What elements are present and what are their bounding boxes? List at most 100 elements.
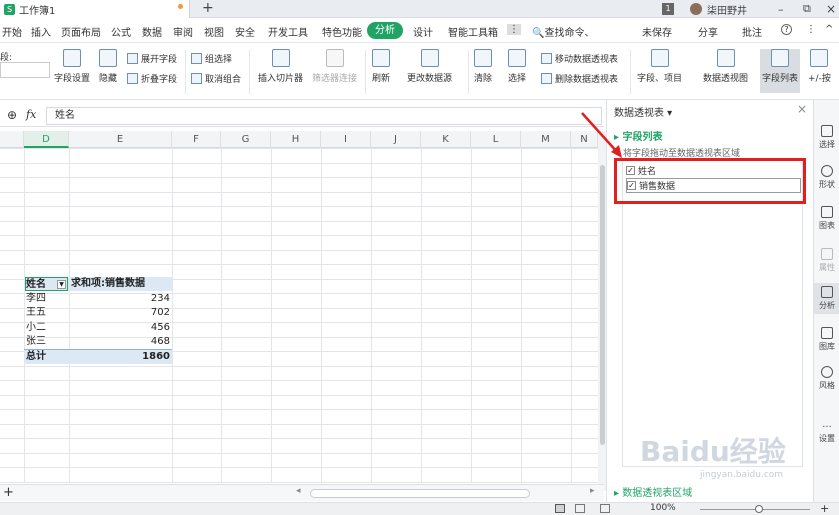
column-header[interactable]: D: [24, 131, 69, 148]
pivot-row-value[interactable]: 468: [71, 335, 170, 349]
help-icon[interactable]: ?: [781, 24, 792, 35]
normal-view-icon[interactable]: [555, 504, 565, 513]
pivot-row-value[interactable]: 456: [71, 321, 170, 335]
pivot-row-name[interactable]: 小二: [26, 321, 68, 335]
new-tab-button[interactable]: +: [202, 0, 214, 17]
sheet-grid[interactable]: 姓名 ▼ 求和项:销售数据 李四 234 王五 702 小二 456 张三 46…: [0, 148, 598, 483]
column-header[interactable]: K: [421, 131, 471, 148]
sidebar-style[interactable]: 风格: [814, 366, 839, 391]
column-header[interactable]: J: [371, 131, 421, 148]
expand-field-button[interactable]: 展开字段: [127, 52, 177, 65]
sidebar-settings[interactable]: ··· 设置: [814, 422, 839, 444]
horizontal-scroll-thumb[interactable]: [310, 489, 530, 498]
menu-developer[interactable]: 开发工具: [268, 24, 308, 39]
column-header[interactable]: H: [271, 131, 321, 148]
menu-security[interactable]: 安全: [235, 24, 255, 39]
sidebar-analyze[interactable]: 分析: [814, 283, 839, 314]
document-tab[interactable]: S 工作簿1: [0, 0, 190, 18]
pivot-chart-button[interactable]: 数据透视图: [703, 49, 748, 84]
field-name-input[interactable]: [0, 62, 50, 78]
menu-page-layout[interactable]: 页面布局: [61, 24, 101, 39]
field-list-section-title[interactable]: ▸ 字段列表: [614, 128, 663, 143]
pivot-row-value[interactable]: 702: [71, 306, 170, 320]
group-select-button[interactable]: 组选择: [191, 52, 232, 65]
refresh-button[interactable]: 刷新: [372, 49, 390, 84]
column-header[interactable]: E: [69, 131, 172, 148]
sidebar-chart[interactable]: 图表: [814, 206, 839, 231]
sidebar-shape[interactable]: 形状: [814, 165, 839, 190]
zoom-slider-handle[interactable]: [755, 505, 763, 513]
zoom-level[interactable]: 100%: [650, 503, 676, 513]
column-header[interactable]: I: [321, 131, 371, 148]
collapse-field-button[interactable]: 折叠字段: [127, 72, 177, 85]
menu-smart-toolbox[interactable]: 智能工具箱: [448, 24, 498, 39]
pivot-row-name[interactable]: 李四: [26, 292, 68, 306]
pivot-areas-section[interactable]: ▸ 数据透视表区域: [614, 484, 692, 499]
formula-input[interactable]: 姓名: [46, 107, 602, 125]
fx-icon[interactable]: fx: [26, 108, 36, 121]
menu-review[interactable]: 审阅: [173, 24, 193, 39]
fields-items-button[interactable]: 字段、项目: [637, 49, 682, 84]
select-button[interactable]: 选择: [508, 49, 526, 84]
vertical-scroll-thumb[interactable]: [600, 165, 605, 445]
insert-slicer-button[interactable]: 插入切片器: [258, 49, 303, 84]
unsaved-button[interactable]: 未保存: [642, 24, 672, 39]
minimize-button[interactable]: –: [778, 0, 784, 18]
collapse-ribbon-icon[interactable]: ^: [825, 24, 833, 35]
zoom-lens-icon[interactable]: ⊕: [7, 108, 17, 122]
comment-button[interactable]: 批注: [742, 24, 762, 39]
panel-title[interactable]: 数据透视表 ▾: [614, 104, 672, 119]
zoom-in-icon[interactable]: +: [820, 502, 829, 515]
plus-minus-button[interactable]: +/-按: [808, 49, 831, 84]
ungroup-button[interactable]: 取消组合: [191, 72, 241, 85]
menu-home[interactable]: 开始: [2, 24, 22, 39]
filter-dropdown-icon[interactable]: ▼: [57, 280, 66, 289]
column-header[interactable]: L: [471, 131, 521, 148]
scroll-right-icon[interactable]: ▸: [590, 486, 595, 496]
hide-button[interactable]: 隐藏: [99, 49, 117, 84]
delete-pivot-button[interactable]: 删除数据透视表: [541, 72, 618, 85]
pivot-total-label[interactable]: 总计: [26, 350, 68, 364]
ribbon-divider: [365, 50, 366, 94]
menu-features[interactable]: 特色功能: [322, 24, 362, 39]
pivot-total-value[interactable]: 1860: [71, 350, 170, 364]
sidebar-gallery[interactable]: 图库: [814, 327, 839, 352]
move-pivot-button[interactable]: 移动数据透视表: [541, 52, 618, 65]
filter-connect-button[interactable]: 筛选器连接: [312, 49, 357, 84]
sidebar-select[interactable]: 选择: [814, 125, 839, 150]
column-header[interactable]: M: [521, 131, 571, 148]
clear-button[interactable]: 清除: [474, 49, 492, 84]
avatar: [690, 3, 702, 15]
close-button[interactable]: ×: [826, 0, 836, 18]
scroll-left-icon[interactable]: ◂: [296, 486, 301, 496]
restore-button[interactable]: ⧉: [803, 0, 811, 18]
menu-view[interactable]: 视图: [204, 24, 224, 39]
add-sheet-icon[interactable]: +: [3, 485, 14, 500]
column-header[interactable]: N: [571, 131, 598, 148]
pivot-row-field-header[interactable]: 姓名 ▼: [25, 277, 68, 291]
more-options-icon[interactable]: ⋮: [806, 24, 816, 35]
menu-more-icon[interactable]: ⋮: [507, 24, 521, 35]
panel-close-icon[interactable]: ×: [797, 102, 807, 116]
search-command[interactable]: 🔍查找命令、: [532, 24, 594, 39]
field-list-button[interactable]: 字段列表: [760, 49, 801, 93]
row-header-corner[interactable]: [0, 131, 24, 148]
menu-data[interactable]: 数据: [142, 24, 162, 39]
share-button[interactable]: 分享: [698, 24, 718, 39]
sidebar-properties[interactable]: 属性: [814, 248, 839, 273]
menu-insert[interactable]: 插入: [31, 24, 51, 39]
pivot-row-value[interactable]: 234: [71, 292, 170, 306]
menu-analyze[interactable]: 分析: [367, 22, 403, 39]
field-settings-button[interactable]: 字段设置: [54, 49, 90, 84]
page-break-view-icon[interactable]: [600, 504, 610, 513]
change-source-button[interactable]: 更改数据源: [407, 49, 452, 84]
menu-design[interactable]: 设计: [413, 24, 433, 39]
pivot-value-header[interactable]: 求和项:销售数据: [71, 277, 171, 291]
column-header[interactable]: F: [172, 131, 221, 148]
column-header[interactable]: G: [221, 131, 271, 148]
pivot-row-name[interactable]: 王五: [26, 306, 68, 320]
menu-formula[interactable]: 公式: [111, 24, 131, 39]
pivot-row-name[interactable]: 张三: [26, 335, 68, 349]
user-area[interactable]: 柒田野井: [690, 0, 747, 18]
page-layout-view-icon[interactable]: [575, 504, 585, 513]
